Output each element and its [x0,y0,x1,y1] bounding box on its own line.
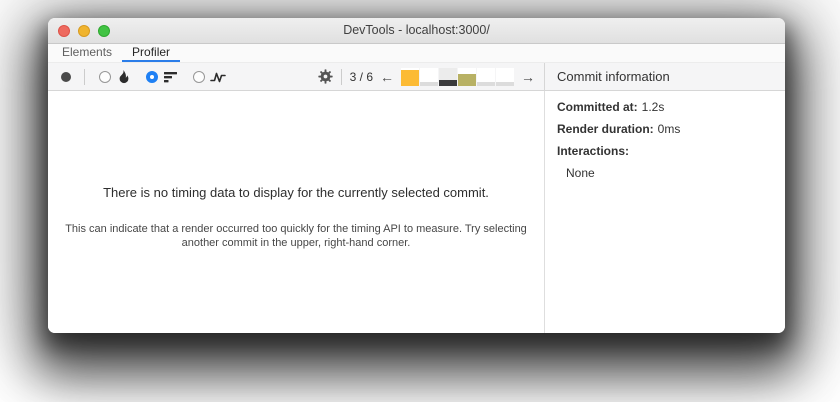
render-duration-label: Render duration: [557,122,654,136]
window-controls [58,24,110,37]
profiler-toolbar: 3 / 6 ← → [48,63,545,90]
flamegraph-radio[interactable] [99,70,111,83]
tab-bar: Elements Profiler [48,44,785,63]
empty-state-detail: This can indicate that a render occurred… [65,223,527,249]
committed-at-value: 1.2s [641,100,665,114]
render-duration-value: 0ms [657,122,681,136]
next-commit-button[interactable]: → [520,70,536,84]
tab-profiler[interactable]: Profiler [122,44,181,62]
zoom-button[interactable] [98,24,110,37]
interactions-chart-icon [210,69,226,85]
profiler-main-pane: There is no timing data to display for t… [48,91,545,333]
devtools-window: DevTools - localhost:3000/ Elements Prof… [48,18,785,333]
committed-at-label: Committed at: [557,100,638,114]
commit-bar[interactable] [477,67,495,86]
commit-navigator: 3 / 6 ← → [318,67,536,86]
prev-commit-button[interactable]: ← [379,70,395,84]
interactions-radio[interactable] [193,70,205,83]
interactions-none: None [566,166,595,180]
commit-bar-chart [401,67,514,86]
commit-bar[interactable] [439,67,457,86]
empty-state: There is no timing data to display for t… [48,185,544,250]
view-option-flamegraph[interactable] [99,69,132,85]
close-button[interactable] [58,24,70,37]
radio-dot [150,74,154,79]
commit-info-row: Committed at: 1.2s [557,101,773,114]
commit-info-header: Commit information [557,69,670,84]
toolbar-divider [84,68,85,85]
record-button[interactable] [61,71,71,82]
toolbar-divider [340,68,342,85]
view-option-ranked[interactable] [146,69,179,85]
toolbar-band: 3 / 6 ← → Commit information [48,63,785,91]
window-title: DevTools - localhost:3000/ [343,23,490,37]
commit-bar[interactable] [496,67,514,86]
flame-icon [116,69,132,85]
commit-bar[interactable] [420,67,438,86]
commit-bar[interactable] [401,67,419,86]
view-option-interactions[interactable] [193,69,226,85]
gear-icon[interactable] [318,69,333,84]
minimize-button[interactable] [78,24,90,37]
commit-bar[interactable] [458,67,476,86]
interactions-label: Interactions: [557,144,630,158]
commit-info-row: Render duration: 0ms [557,123,773,136]
tab-elements[interactable]: Elements [52,44,122,62]
ranked-bars-icon [163,69,179,85]
commit-position-label: 3 / 6 [349,69,373,84]
title-bar: DevTools - localhost:3000/ [48,18,785,44]
content-area: There is no timing data to display for t… [48,91,785,333]
commit-info-panel: Committed at: 1.2s Render duration: 0ms In… [545,91,785,333]
empty-state-heading: There is no timing data to display for t… [103,185,489,200]
ranked-radio[interactable] [146,70,158,83]
commit-info-row: Interactions: [557,145,773,158]
